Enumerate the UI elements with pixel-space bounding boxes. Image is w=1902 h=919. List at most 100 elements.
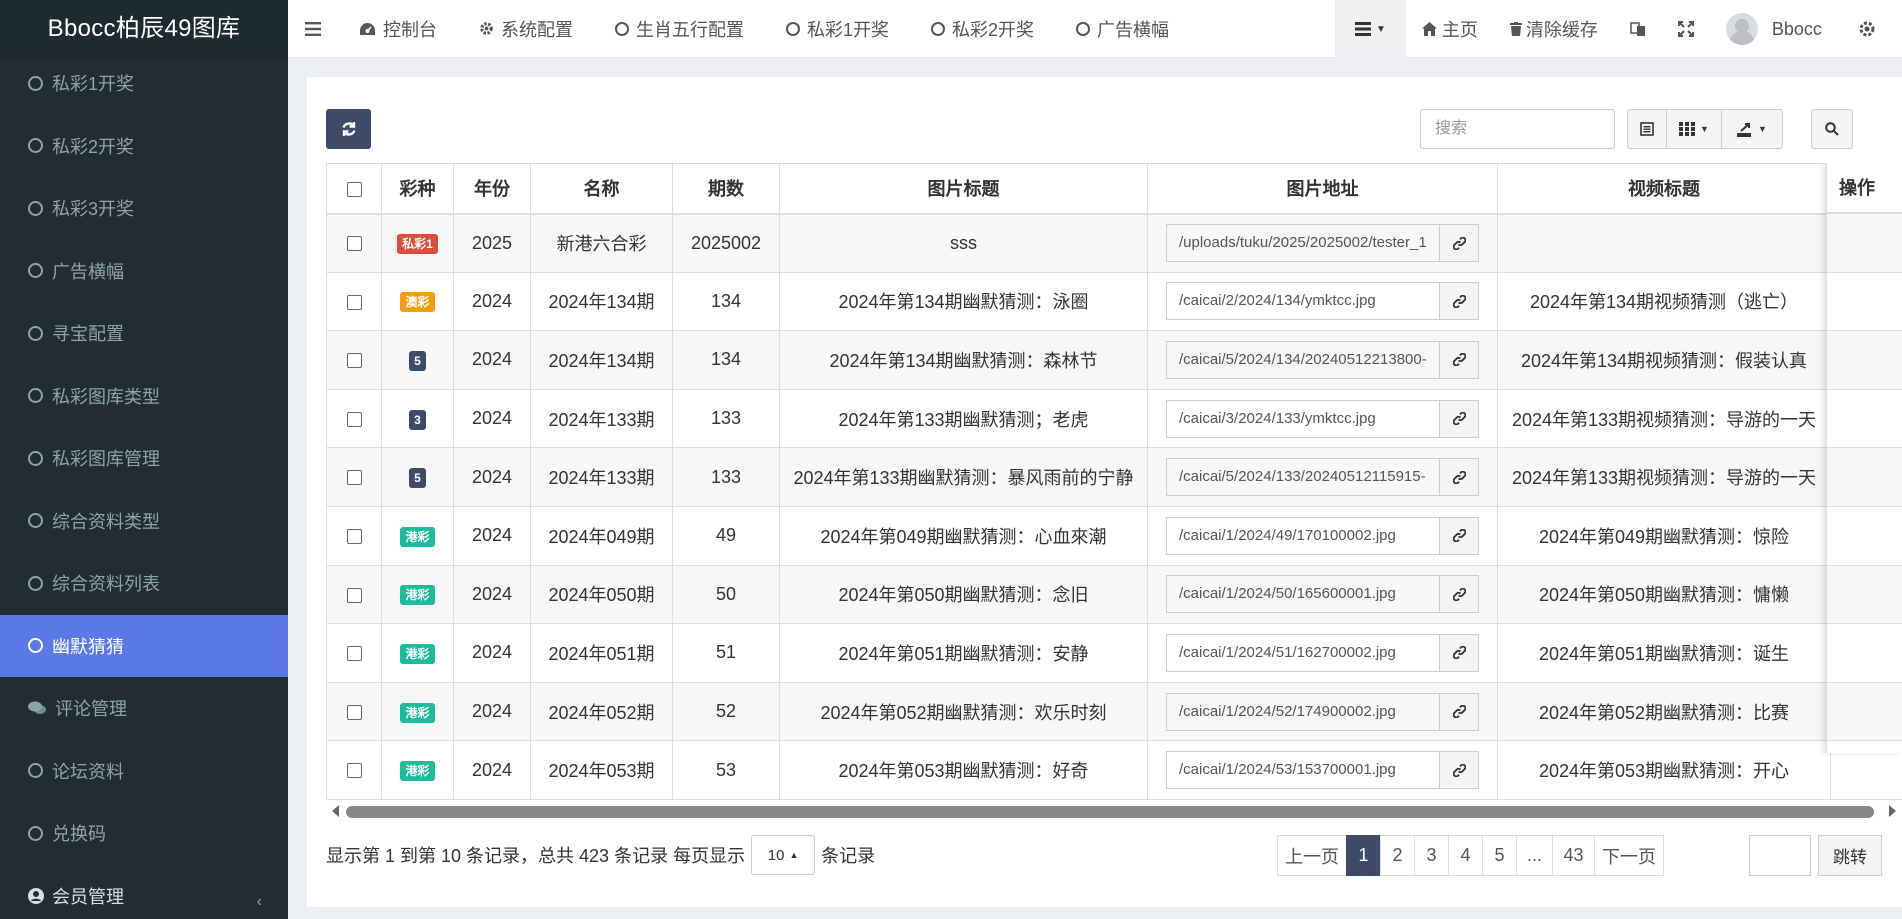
row-checkbox[interactable] (346, 646, 362, 662)
sidebar-item-0[interactable]: 私彩1开奖 (0, 52, 288, 115)
open-link-button[interactable] (1439, 633, 1479, 672)
row-checkbox[interactable] (346, 704, 362, 720)
page-size-select[interactable]: 10 ▲ (751, 835, 816, 875)
row-checkbox[interactable] (346, 587, 362, 603)
jump-button[interactable]: 跳转 (1818, 835, 1882, 876)
column-header-image-title[interactable]: 图片标题 (779, 163, 1148, 215)
cell-issue: 134 (672, 330, 780, 390)
search-input[interactable]: 搜索 (1420, 109, 1615, 149)
sidebar-item-4[interactable]: 寻宝配置 (0, 302, 288, 365)
sidebar-item-1[interactable]: 私彩2开奖 (0, 115, 288, 178)
column-header-issue[interactable]: 期数 (672, 163, 780, 215)
sidebar-item-8[interactable]: 综合资料列表 (0, 552, 288, 615)
sidebar-item-2[interactable]: 私彩3开奖 (0, 177, 288, 240)
page-button[interactable]: 5 (1482, 835, 1517, 876)
fullscreen-icon[interactable] (1662, 0, 1710, 58)
image-url-input[interactable]: /caicai/3/2024/133/ymktcc.jpg (1166, 399, 1439, 438)
scroll-left-icon[interactable] (332, 805, 339, 817)
page-button[interactable]: 43 (1552, 835, 1595, 876)
toggle-view-button[interactable] (1627, 109, 1667, 149)
select-all-checkbox[interactable] (346, 181, 362, 197)
top-tab-2[interactable]: 生肖五行配置 (594, 0, 765, 58)
scroll-right-icon[interactable] (1889, 805, 1896, 817)
lottery-badge: 港彩 (400, 643, 435, 664)
page-button[interactable]: 1 (1346, 835, 1381, 876)
sidebar-item-11[interactable]: 论坛资料 (0, 740, 288, 803)
sidebar-toggle-icon[interactable] (288, 0, 338, 58)
next-page-button[interactable]: 下一页 (1594, 835, 1664, 876)
sidebar-item-5[interactable]: 私彩图库类型 (0, 365, 288, 428)
settings-gear-icon[interactable] (1838, 0, 1892, 58)
lottery-badge: 澳彩 (400, 292, 435, 313)
row-checkbox[interactable] (346, 470, 362, 486)
page-button[interactable]: 4 (1448, 835, 1483, 876)
image-url-input[interactable]: /caicai/5/2024/133/20240512115915- (1166, 458, 1439, 497)
row-checkbox[interactable] (346, 529, 362, 545)
sidebar-item-10[interactable]: 评论管理 (0, 677, 288, 740)
brand-title[interactable]: Bbocc柏辰49图库 (0, 0, 288, 58)
row-checkbox[interactable] (346, 411, 362, 427)
open-link-button[interactable] (1439, 751, 1479, 790)
columns-icon (1679, 122, 1696, 136)
sidebar-item-9[interactable]: 幽默猜猜 (0, 614, 288, 677)
nav-list-dropdown[interactable]: ▼ (1335, 0, 1406, 58)
open-link-button[interactable] (1439, 575, 1479, 614)
open-link-button[interactable] (1439, 692, 1479, 731)
open-link-button[interactable] (1439, 399, 1479, 438)
clear-cache-button[interactable]: 清除缓存 (1494, 0, 1614, 58)
column-header-year[interactable]: 年份 (453, 163, 531, 215)
open-link-button[interactable] (1439, 282, 1479, 321)
link-icon (1452, 236, 1466, 250)
sidebar-item-member-management[interactable]: 会员管理 ‹ (0, 865, 288, 919)
image-url-input[interactable]: /uploads/tuku/2025/2025002/tester_1 (1166, 224, 1439, 263)
image-url-input[interactable]: /caicai/5/2024/134/20240512213800- (1166, 340, 1439, 379)
row-checkbox[interactable] (346, 294, 362, 310)
row-checkbox[interactable] (346, 236, 362, 252)
top-tab-1[interactable]: 系统配置 (458, 0, 594, 58)
row-checkbox[interactable] (346, 353, 362, 369)
row-checkbox[interactable] (346, 763, 362, 779)
scrollbar-thumb[interactable] (346, 806, 1874, 818)
image-url-input[interactable]: /caicai/1/2024/53/153700001.jpg (1166, 751, 1439, 790)
cell-video-title: 2024年第133期视频猜测：导游的一天 (1497, 447, 1831, 507)
page-button[interactable]: ... (1516, 835, 1553, 876)
top-tab-5[interactable]: 广告横幅 (1055, 0, 1190, 58)
page-button[interactable]: 2 (1380, 835, 1415, 876)
cell-video-title: 2024年第052期幽默猜测：比赛 (1497, 681, 1831, 742)
search-button[interactable] (1811, 109, 1853, 149)
top-tab-3[interactable]: 私彩1开奖 (765, 0, 910, 58)
open-link-button[interactable] (1439, 340, 1479, 379)
sidebar-item-label: 私彩图库类型 (52, 386, 160, 407)
refresh-button[interactable] (326, 109, 371, 149)
page-button[interactable]: 3 (1414, 835, 1449, 876)
open-link-button[interactable] (1439, 458, 1479, 497)
prev-page-button[interactable]: 上一页 (1277, 835, 1347, 876)
column-header-video-title[interactable]: 视频标题 (1497, 163, 1831, 215)
jump-page-input[interactable] (1749, 835, 1811, 876)
image-url-input[interactable]: /caicai/1/2024/49/170100002.jpg (1166, 516, 1439, 555)
circle-icon (1076, 21, 1091, 36)
columns-dropdown[interactable]: ▼ (1666, 109, 1722, 149)
column-header-lottery-type[interactable]: 彩种 (381, 163, 454, 215)
sidebar-item-12[interactable]: 兑换码 (0, 802, 288, 865)
table-row: 港彩 2024 2024年053期 53 2024年第053期幽默猜测：好奇/caica… (326, 740, 1902, 800)
sidebar-item-3[interactable]: 广告横幅 (0, 240, 288, 303)
image-url-input[interactable]: /caicai/1/2024/50/165600001.jpg (1166, 575, 1439, 614)
export-dropdown[interactable]: ▼ (1721, 109, 1783, 149)
top-tab-4[interactable]: 私彩2开奖 (910, 0, 1055, 58)
column-header-image-url[interactable]: 图片地址 (1147, 163, 1498, 215)
open-link-button[interactable] (1439, 516, 1479, 555)
image-url-input[interactable]: /caicai/1/2024/52/174900002.jpg (1166, 692, 1439, 731)
user-menu[interactable]: Bbocc (1710, 0, 1838, 58)
image-url-input[interactable]: /caicai/1/2024/51/162700002.jpg (1166, 633, 1439, 672)
sidebar-item-7[interactable]: 综合资料类型 (0, 490, 288, 553)
sidebar-item-6[interactable]: 私彩图库管理 (0, 427, 288, 490)
translate-icon[interactable] (1614, 0, 1662, 58)
top-tab-0[interactable]: 控制台 (338, 0, 458, 58)
open-link-button[interactable] (1439, 224, 1479, 263)
home-link[interactable]: 主页 (1406, 0, 1494, 58)
image-url-cell: /caicai/1/2024/49/170100002.jpg (1147, 505, 1498, 566)
image-url-input[interactable]: /caicai/2/2024/134/ymktcc.jpg (1166, 282, 1439, 321)
horizontal-scrollbar[interactable] (326, 801, 1902, 823)
column-header-name[interactable]: 名称 (530, 163, 673, 215)
